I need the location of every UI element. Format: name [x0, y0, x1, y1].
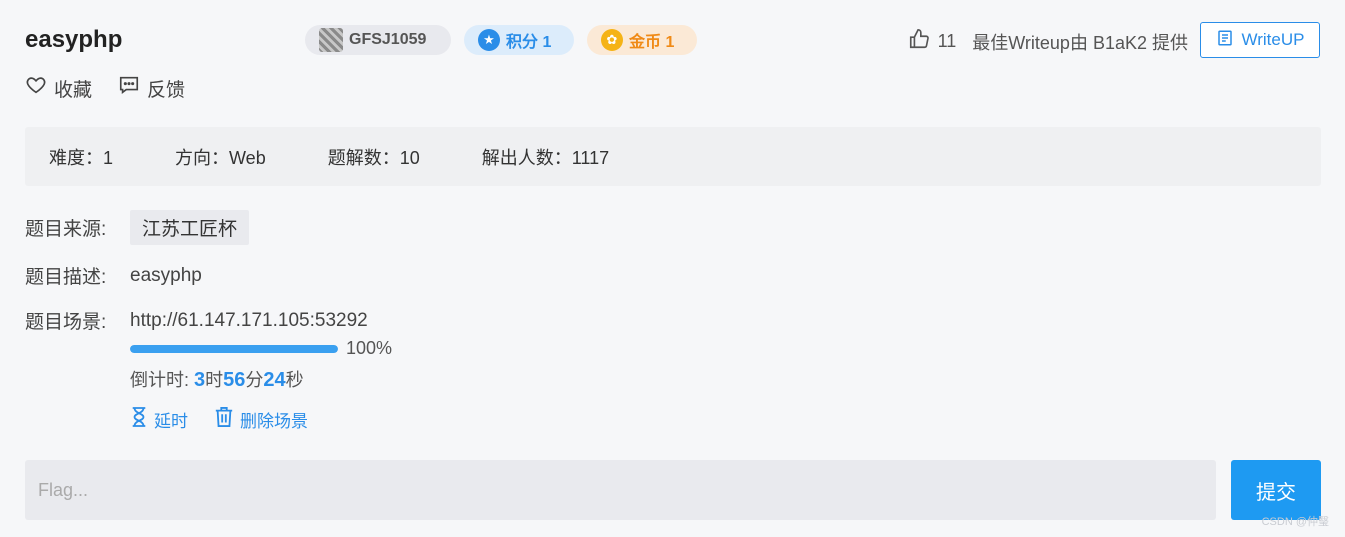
document-icon: [1216, 29, 1234, 52]
challenge-title: easyphp: [25, 26, 123, 53]
star-icon: ★: [478, 29, 500, 51]
heart-icon: [25, 74, 47, 102]
minutes-unit: 分: [245, 370, 264, 390]
description-row: 题目描述: easyphp: [25, 262, 202, 289]
extend-label: 延时: [154, 412, 188, 431]
direction: 方向：Web: [175, 147, 266, 168]
challenge-id-badge: GFSJ1059: [305, 25, 451, 55]
flag-input[interactable]: [25, 460, 1216, 520]
writeup-button[interactable]: WriteUP: [1200, 22, 1320, 58]
hours-unit: 时: [205, 370, 224, 390]
progress-text: 100%: [346, 338, 393, 358]
watermark: CSDN @仲瑿: [1261, 516, 1329, 528]
best-writeup-text: 最佳Writeup由 B1aK2 提供: [972, 32, 1188, 53]
solver-count: 解出人数：1117: [481, 147, 610, 168]
extend-button[interactable]: 延时: [130, 406, 188, 433]
like-count: 11: [937, 31, 957, 51]
feedback-button[interactable]: 反馈: [118, 74, 185, 102]
countdown-prefix: 倒计时:: [130, 370, 195, 390]
scene-actions: 延时 删除场景: [130, 406, 308, 433]
difficulty: 难度：1: [49, 147, 114, 168]
comment-icon: [118, 74, 140, 102]
countdown-hours: 3: [194, 369, 206, 391]
countdown-minutes: 56: [223, 369, 246, 391]
scene-row: 题目场景: http://61.147.171.105:53292: [25, 307, 368, 334]
score-text: 积分 1: [506, 34, 552, 51]
coin-icon: ✿: [601, 29, 623, 51]
challenge-avatar-icon: [319, 28, 343, 52]
gold-text: 金币 1: [629, 34, 675, 51]
writeup-info: 11 最佳Writeup由 B1aK2 提供: [908, 28, 1188, 55]
countdown-seconds: 24: [263, 369, 286, 391]
source-tag: 江苏工匠杯: [130, 210, 250, 245]
hourglass-icon: [130, 406, 148, 433]
feedback-label: 反馈: [147, 79, 186, 101]
scene-progress: 100%: [130, 338, 392, 359]
trash-icon: [214, 406, 234, 433]
source-row: 题目来源: 江苏工匠杯: [25, 210, 250, 245]
description-value: easyphp: [130, 264, 202, 286]
progress-bar: [130, 344, 338, 353]
gold-badge: ✿ 金币 1: [587, 25, 697, 55]
description-label: 题目描述:: [25, 267, 107, 288]
delete-scene-label: 删除场景: [240, 412, 308, 431]
scene-label: 题目场景:: [25, 312, 107, 333]
challenge-stats-bar: 难度：1 方向：Web 题解数：10 解出人数：1117: [25, 127, 1321, 186]
submit-button[interactable]: 提交: [1231, 460, 1321, 520]
seconds-unit: 秒: [285, 370, 304, 390]
solution-count: 题解数：10: [327, 147, 420, 168]
action-bar: 收藏 反馈: [25, 74, 185, 102]
score-badge: ★ 积分 1: [464, 25, 574, 55]
delete-scene-button[interactable]: 删除场景: [214, 406, 308, 433]
writeup-button-label: WriteUP: [1241, 30, 1305, 49]
countdown: 倒计时: 3时56分24秒: [130, 366, 304, 392]
thumbs-up-icon[interactable]: [908, 28, 930, 55]
progress-fill: [130, 344, 338, 353]
favorite-button[interactable]: 收藏: [25, 74, 92, 102]
scene-url[interactable]: http://61.147.171.105:53292: [130, 310, 368, 332]
favorite-label: 收藏: [54, 79, 93, 101]
source-label: 题目来源:: [25, 219, 107, 240]
challenge-id: GFSJ1059: [349, 31, 427, 48]
